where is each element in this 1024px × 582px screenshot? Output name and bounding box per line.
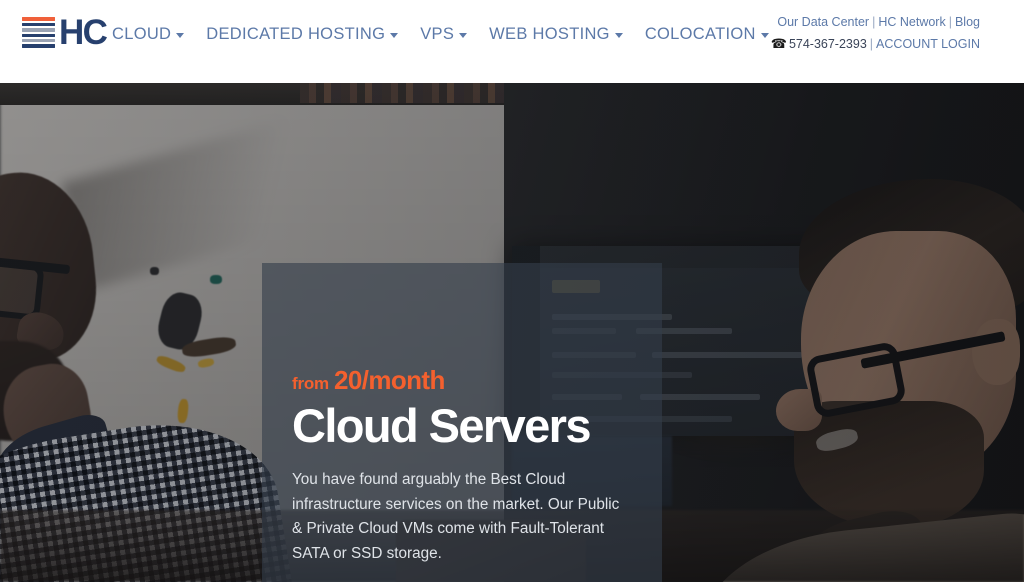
link-separator: | — [872, 15, 876, 29]
site-logo[interactable]: HC — [22, 13, 108, 52]
hero-price-value: 20/month — [333, 365, 445, 395]
site-header: HC CLOUD DEDICATED HOSTING VPS WEB HOSTI… — [0, 0, 1024, 83]
hero-paragraph: You have found arguably the Best Cloud i… — [292, 470, 620, 563]
page-root: HC CLOUD DEDICATED HOSTING VPS WEB HOSTI… — [0, 0, 1024, 582]
nav-label: COLOCATION — [644, 25, 756, 43]
nav-item-web-hosting[interactable]: WEB HOSTING — [489, 23, 645, 46]
hero-section: from 20/month Cloud Servers You have foun… — [0, 83, 1024, 582]
telephone-icon: ☎ — [770, 36, 787, 52]
link-separator: | — [869, 37, 874, 52]
hero-title: Cloud Servers — [292, 399, 591, 452]
phone-number[interactable]: 574-367-2393 — [789, 37, 867, 51]
link-blog[interactable]: Blog — [955, 15, 980, 29]
nav-label: DEDICATED HOSTING — [206, 25, 386, 43]
hero-price-eyebrow: from 20/month — [292, 367, 637, 393]
link-separator: | — [948, 15, 952, 29]
chevron-down-icon — [614, 33, 623, 38]
nav-item-dedicated-hosting[interactable]: DEDICATED HOSTING — [206, 23, 420, 46]
hero-price-prefix: from — [292, 374, 329, 393]
stacked-bars-logo-icon — [22, 17, 55, 48]
nav-item-cloud[interactable]: CLOUD — [112, 23, 206, 46]
logo-text: HC — [59, 13, 108, 52]
chevron-down-icon — [760, 33, 769, 38]
link-hc-network[interactable]: HC Network — [878, 15, 945, 29]
link-account-login[interactable]: ACCOUNT LOGIN — [876, 37, 980, 51]
nav-label: WEB HOSTING — [489, 25, 610, 43]
nav-label: VPS — [420, 25, 455, 43]
link-our-data-center[interactable]: Our Data Center — [777, 15, 869, 29]
nav-label: CLOUD — [112, 25, 172, 43]
utility-links-row-2: ☎ 574-367-2393 | ACCOUNT LOGIN — [771, 35, 980, 54]
chevron-down-icon — [459, 33, 468, 38]
main-navigation: CLOUD DEDICATED HOSTING VPS WEB HOSTING … — [112, 23, 791, 46]
hero-content: from 20/month Cloud Servers You have foun… — [292, 367, 637, 582]
nav-item-vps[interactable]: VPS — [420, 23, 489, 46]
nav-item-colocation[interactable]: COLOCATION — [645, 23, 791, 46]
utility-links-row-1: Our Data Center | HC Network | Blog — [771, 13, 980, 31]
utility-links: Our Data Center | HC Network | Blog ☎ 574-367… — [771, 13, 980, 54]
chevron-down-icon — [390, 33, 399, 38]
chevron-down-icon — [176, 33, 185, 38]
